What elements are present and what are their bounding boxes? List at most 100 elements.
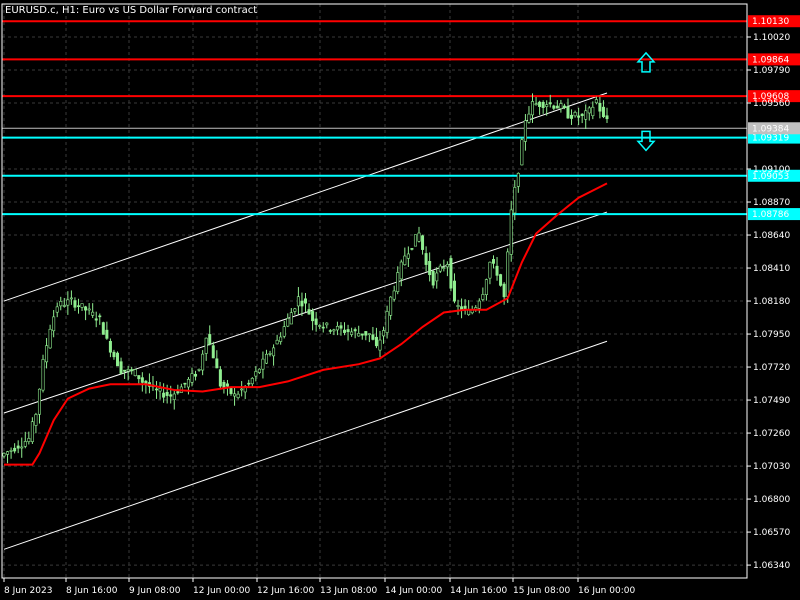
candle-body — [112, 351, 116, 358]
candle-body — [417, 232, 421, 242]
candle-body — [438, 265, 442, 272]
candle-body — [523, 120, 527, 142]
candle-body — [218, 369, 222, 387]
candle-body — [357, 333, 361, 337]
candle-body — [598, 102, 602, 112]
candle-body — [76, 305, 80, 307]
candle-body — [573, 112, 577, 117]
candle-body — [570, 114, 574, 119]
candle-body — [488, 261, 492, 279]
candle-body — [250, 378, 254, 385]
y-tick-label: 1.06340 — [753, 561, 790, 571]
moving-average — [4, 182, 608, 466]
candle-body — [350, 331, 354, 335]
candle-body — [406, 253, 410, 259]
candle-body — [360, 333, 364, 336]
x-tick-label: 16 Jun 00:00 — [578, 586, 635, 596]
candle-body — [158, 388, 162, 392]
candle-body — [94, 318, 98, 321]
candle-body — [311, 311, 315, 322]
candles — [2, 93, 609, 464]
candle-body — [55, 306, 59, 313]
support-level-label: 1.09319 — [752, 134, 789, 144]
candle-body — [108, 340, 112, 353]
candle-body — [484, 279, 488, 295]
candle-body — [378, 339, 382, 351]
y-tick-label: 1.06570 — [753, 528, 790, 538]
candle-body — [20, 446, 24, 449]
candle-body — [133, 369, 137, 377]
candle-body — [442, 267, 446, 269]
candle-body — [264, 353, 268, 364]
candle-body — [23, 441, 27, 447]
candle-body — [2, 453, 6, 457]
candle-body — [233, 393, 237, 397]
candle-body — [275, 339, 279, 345]
candle-body — [190, 373, 194, 383]
candle-body — [531, 101, 535, 116]
y-tick-label: 1.07720 — [753, 363, 790, 373]
y-tick-label: 1.09560 — [753, 99, 790, 109]
arrow-up-icon — [636, 51, 656, 73]
candle-body — [197, 369, 201, 371]
regression-channel — [3, 92, 608, 550]
candle-body — [396, 272, 400, 292]
candle-body — [545, 104, 549, 107]
candle-body — [513, 187, 517, 214]
y-tick-label: 1.07490 — [753, 396, 790, 406]
moving-average-line — [4, 182, 608, 466]
candle-body — [34, 414, 38, 426]
candle-body — [399, 261, 403, 280]
resistance-level-label: 1.10130 — [752, 17, 789, 27]
candle-body — [332, 329, 336, 332]
candle-body — [201, 353, 205, 371]
candle-body — [580, 113, 584, 117]
horizontal-levels[interactable]: 1.101301.098641.096081.093191.090531.087… — [2, 15, 800, 221]
x-tick-label: 12 Jun 16:00 — [257, 586, 314, 596]
candle-body — [101, 322, 105, 335]
candle-body — [385, 311, 389, 333]
candle-body — [328, 330, 332, 332]
candle-body — [445, 264, 449, 268]
x-tick-label: 12 Jun 00:00 — [193, 586, 250, 596]
candle-body — [176, 391, 180, 394]
candle-body — [69, 297, 73, 300]
candle-body — [428, 261, 432, 276]
candle-body — [130, 369, 134, 372]
arrows — [636, 51, 656, 152]
candle-body — [594, 99, 598, 104]
grid — [2, 4, 747, 578]
candle-body — [37, 388, 41, 415]
price-chart[interactable]: 1.101301.098641.096081.093191.090531.087… — [0, 0, 800, 600]
candle-body — [389, 296, 393, 316]
candle-body — [346, 329, 350, 333]
candle-body — [215, 358, 219, 369]
candle-body — [491, 259, 495, 264]
x-tick-label: 14 Jun 00:00 — [385, 586, 442, 596]
candle-body — [555, 105, 559, 109]
candle-body — [296, 296, 300, 307]
candle-body — [343, 329, 347, 333]
x-tick-label: 14 Jun 16:00 — [450, 586, 507, 596]
plot-frame — [1, 3, 748, 579]
candle-body — [506, 251, 510, 297]
y-tick-label: 1.09790 — [753, 66, 790, 76]
candle-body — [45, 345, 49, 363]
candle-body — [559, 103, 563, 109]
candle-body — [84, 306, 88, 311]
candle-body — [353, 329, 357, 332]
y-tick-label: 1.08870 — [753, 198, 790, 208]
candle-body — [119, 361, 123, 374]
candle-body — [66, 299, 70, 306]
candle-body — [268, 353, 272, 355]
candle-body — [225, 383, 229, 387]
candle-body — [6, 451, 10, 455]
candle-body — [307, 309, 311, 315]
candle-body — [566, 106, 570, 119]
candle-body — [314, 318, 318, 325]
candle-body — [41, 359, 45, 391]
y-tick-label: 1.06800 — [753, 495, 790, 505]
candle-body — [495, 265, 499, 276]
candle-body — [463, 305, 467, 309]
candle-body — [62, 305, 66, 307]
